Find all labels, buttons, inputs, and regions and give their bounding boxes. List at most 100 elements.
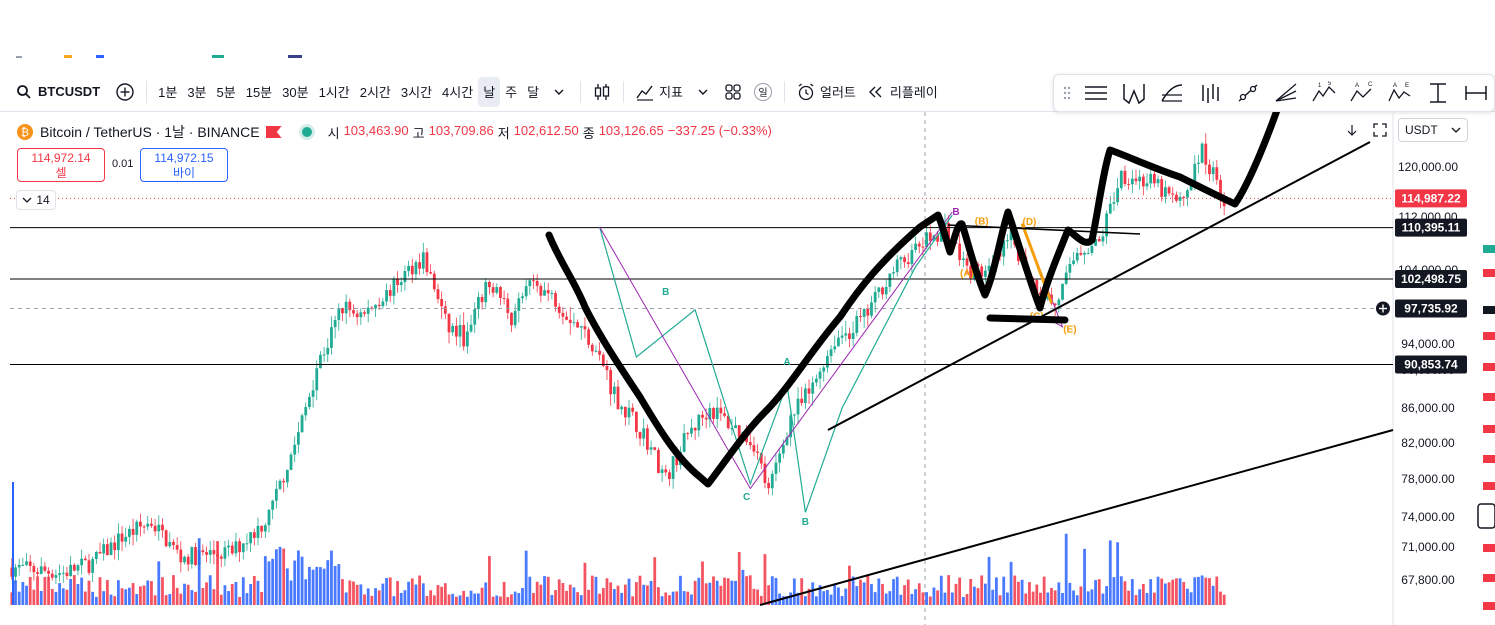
volume-bar [1175, 578, 1178, 605]
interval-week[interactable]: 주 [500, 77, 522, 107]
tool-price-range[interactable] [1422, 77, 1454, 109]
volume-bar [653, 557, 657, 605]
candle-body [392, 278, 396, 296]
buy-button[interactable]: 114,972.15 바이 [140, 148, 228, 182]
tool-date-range[interactable] [1460, 77, 1492, 109]
tool-elliott-triangle[interactable]: AE [1384, 77, 1416, 109]
market-status-icon [301, 127, 312, 137]
compare-symbol-button[interactable] [110, 77, 140, 107]
fullscreen-button[interactable] [1370, 120, 1390, 140]
candle-body [1152, 173, 1156, 184]
volume-bar [554, 590, 557, 605]
volume-bar [436, 585, 440, 605]
price-range-icon [1430, 83, 1446, 103]
tool-trend-line[interactable] [1232, 77, 1264, 109]
tool-fan[interactable] [1270, 77, 1302, 109]
volume-bar [304, 579, 308, 605]
interval-dropdown-button[interactable] [544, 77, 574, 107]
tool-elliott-correction[interactable]: AC [1346, 77, 1378, 109]
volume-bar [429, 590, 433, 605]
tool-bars-pattern[interactable] [1194, 77, 1226, 109]
flag-icon [1483, 482, 1495, 490]
tool-fib-retracement[interactable] [1156, 77, 1188, 109]
interval-3h[interactable]: 3시간 [396, 77, 437, 107]
alerts-button[interactable]: 얼러트 [791, 77, 861, 107]
replay-button[interactable]: 리플레이 [861, 77, 943, 107]
candle-body [337, 308, 341, 321]
interval-2h[interactable]: 2시간 [355, 77, 396, 107]
candle-body [499, 287, 502, 298]
volume-bar [462, 590, 466, 605]
volume-bar [113, 596, 117, 605]
interval-3m[interactable]: 3분 [182, 77, 211, 107]
volume-bar [91, 591, 95, 605]
symbol-search[interactable]: BTCUSDT [0, 72, 110, 111]
tool-pitchfork[interactable] [1118, 77, 1150, 109]
currency-selector[interactable]: USDT [1398, 118, 1468, 142]
volume-bar [947, 575, 951, 605]
close-label: 종 [582, 125, 595, 141]
interval-month[interactable]: 달 [522, 77, 544, 107]
tool-elliott-impulse[interactable]: 15 [1308, 77, 1340, 109]
volume-bar [1178, 578, 1182, 605]
volume-bar [726, 578, 730, 605]
volume-bar [1017, 581, 1020, 605]
volume-bar [748, 575, 752, 605]
volume-bar [965, 594, 969, 605]
drag-dots-icon [1063, 86, 1071, 100]
flag-icon [1483, 544, 1495, 552]
indicators-collapse-button[interactable]: 14 [16, 190, 56, 210]
drag-handle[interactable] [1060, 77, 1074, 109]
volume-bar [976, 588, 980, 605]
volume-bar [366, 588, 370, 605]
interval-15m[interactable]: 15분 [241, 77, 277, 107]
buy-label: 바이 [172, 166, 196, 180]
candle-body [315, 368, 319, 391]
candle-body [80, 558, 84, 566]
candle-body [32, 566, 36, 573]
price-chart[interactable]: 120,000.00112,000.00104,000.0098,000.009… [0, 112, 1495, 625]
volume-bar [917, 583, 921, 605]
chart-type-button[interactable] [587, 77, 617, 107]
volume-bar [333, 565, 337, 605]
volume-bar [311, 569, 315, 605]
volume-bar [1152, 592, 1156, 605]
daily-badge-button[interactable]: 일 [748, 77, 778, 107]
candle-body [164, 530, 168, 547]
volume-bar [1215, 576, 1219, 605]
flag-icon [1483, 574, 1495, 582]
indicators-dropdown-button[interactable] [688, 77, 718, 107]
scroll-down-button[interactable] [1342, 120, 1362, 140]
interval-1h[interactable]: 1시간 [314, 77, 355, 107]
layouts-button[interactable] [718, 77, 748, 107]
sell-button[interactable]: 114,972.14 셀 [17, 148, 105, 182]
candle-body [447, 313, 451, 333]
candle-body [102, 544, 106, 554]
interval-4h[interactable]: 4시간 [437, 77, 478, 107]
indicators-button[interactable]: 지표 [630, 77, 688, 107]
volume-bar [884, 593, 888, 605]
interval-day[interactable]: 날 [478, 76, 501, 107]
volume-bar [1167, 582, 1171, 605]
interval-30m[interactable]: 30분 [277, 77, 313, 107]
volume-bar [1211, 585, 1215, 605]
volume-bar [668, 595, 671, 605]
volume-bar [28, 576, 32, 605]
volume-bar [1119, 576, 1123, 605]
volume-bar [443, 583, 447, 605]
candle-body [568, 319, 572, 323]
tool-horizontal-lines[interactable] [1080, 77, 1112, 109]
candle-body [1182, 196, 1186, 198]
open-value: 103,463.90 [343, 122, 409, 138]
candle-body [194, 547, 197, 565]
price-axis-label: 102,498.75 [1401, 272, 1461, 286]
chevron-down-icon [22, 197, 32, 203]
volume-bar [906, 579, 910, 605]
interval-1m[interactable]: 1분 [153, 77, 182, 107]
candle-body [627, 407, 631, 418]
interval-5m[interactable]: 5분 [212, 77, 241, 107]
candle-body [91, 559, 95, 573]
candle-body [781, 444, 785, 454]
volume-bar [803, 596, 807, 605]
price-axis-label: 97,735.92 [1404, 302, 1458, 316]
